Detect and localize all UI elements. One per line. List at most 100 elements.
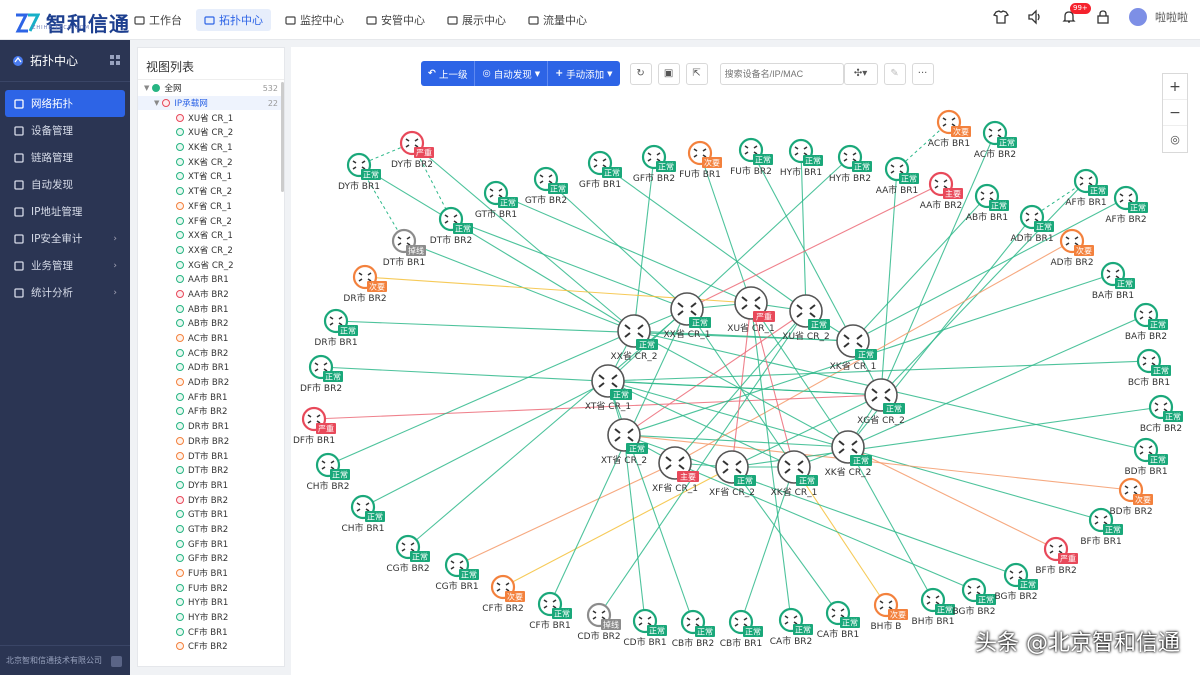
collapse-icon[interactable]	[111, 656, 122, 667]
sidebar-item-auto-discovery[interactable]: 自动发现	[5, 171, 125, 198]
tree-item[interactable]: GT市 BR1	[138, 507, 284, 522]
branch-node[interactable]: 次要FU市 BR1	[679, 140, 722, 180]
tree-item[interactable]: XF省 CR_2	[138, 213, 284, 228]
tree-item[interactable]: DR市 BR1	[138, 419, 284, 434]
tab-workbench[interactable]: 工作台	[126, 9, 190, 31]
tree-item[interactable]: DR市 BR2	[138, 434, 284, 449]
branch-node[interactable]: 正常CD市 BR1	[623, 608, 667, 648]
branch-node[interactable]: 次要BD市 BR2	[1109, 477, 1153, 517]
tree-item[interactable]: FU市 BR2	[138, 580, 284, 595]
link-ADBR1-XKCR2[interactable]	[847, 216, 1033, 448]
tree-item[interactable]: XU省 CR_1	[138, 110, 284, 125]
link-GFBR1-XUCR2[interactable]	[599, 162, 807, 312]
link-BABR2-XKCR2[interactable]	[847, 314, 1147, 448]
search-input[interactable]	[719, 62, 844, 85]
branch-node[interactable]: 正常GT市 BR1	[475, 180, 518, 220]
link-GTBR1-XUCR1[interactable]	[495, 192, 752, 304]
topology-canvas[interactable]: 正常 XX省 CR_1 严重 XU省 CR_1 正常 XU省 CR_2 正常 XX省 CR_2…	[291, 47, 1200, 675]
branch-node[interactable]: 正常GF市 BR2	[633, 144, 676, 184]
branch-node[interactable]: 次要BH市 B	[871, 592, 908, 632]
branch-node[interactable]: 正常CF市 BR1	[529, 591, 572, 631]
branch-node[interactable]: 正常CG市 BR1	[435, 552, 479, 592]
tree-item[interactable]: XT省 CR_1	[138, 169, 284, 184]
layout-icon[interactable]: ✣▾	[843, 62, 878, 85]
branch-node[interactable]: 正常BA市 BR2	[1125, 302, 1168, 342]
tree-group[interactable]: ▼ IP承载网 22	[138, 95, 284, 111]
branch-node[interactable]: 正常BC市 BR2	[1140, 394, 1183, 434]
zoom-in-icon[interactable]: +	[1163, 74, 1187, 100]
tree-item[interactable]: HY市 BR1	[138, 595, 284, 610]
tree-item[interactable]: AA市 BR1	[138, 272, 284, 287]
branch-node[interactable]: 正常DR市 BR1	[314, 308, 358, 348]
tree-item[interactable]: DT市 BR1	[138, 448, 284, 463]
branch-node[interactable]: 严重DY市 BR2	[391, 130, 434, 170]
tree-item[interactable]: XF省 CR_1	[138, 199, 284, 214]
branch-node[interactable]: 正常DF市 BR2	[300, 354, 343, 394]
avatar[interactable]	[1129, 8, 1147, 26]
branch-node[interactable]: 正常BG市 BR2	[952, 577, 996, 617]
zoom-out-icon[interactable]: −	[1163, 100, 1187, 126]
manual-add-button[interactable]: + 手动添加 ▼	[548, 61, 619, 86]
auto-discover-button[interactable]: ◎ 自动发现 ▼	[475, 61, 549, 86]
branch-node[interactable]: 正常HY市 BR2	[829, 144, 872, 184]
tree-item[interactable]: AD市 BR2	[138, 375, 284, 390]
link-DTBR1-XXCR2[interactable]	[403, 240, 635, 332]
router-node[interactable]: 正常XU省 CR_2	[782, 294, 830, 342]
tree-item[interactable]: DY市 BR2	[138, 492, 284, 507]
sidebar-item-device-management[interactable]: 设备管理	[5, 117, 125, 144]
tree-item[interactable]: XU省 CR_2	[138, 125, 284, 140]
branch-node[interactable]: 严重DF市 BR1	[293, 406, 336, 446]
tree-item[interactable]: XX省 CR_1	[138, 228, 284, 243]
tree-item[interactable]: FU市 BR1	[138, 566, 284, 581]
branch-node[interactable]: 正常DT市 BR2	[430, 206, 473, 246]
branch-node[interactable]: 正常BA市 BR1	[1092, 261, 1135, 301]
sidebar-item-business-management[interactable]: 业务管理 ›	[5, 252, 125, 279]
branch-node[interactable]: 正常HY市 BR1	[780, 138, 823, 178]
tree-item[interactable]: AD市 BR1	[138, 360, 284, 375]
tree-item[interactable]: AF市 BR2	[138, 404, 284, 419]
tree-item[interactable]: AC市 BR1	[138, 331, 284, 346]
branch-node[interactable]: 正常GT市 BR2	[525, 166, 568, 206]
sidebar-item-statistics[interactable]: 统计分析 ›	[5, 279, 125, 306]
tree-item[interactable]: DY市 BR1	[138, 478, 284, 493]
tree-item[interactable]: GF市 BR1	[138, 536, 284, 551]
branch-node[interactable]: 正常CG市 BR2	[386, 534, 430, 574]
tree-item[interactable]: CF市 BR1	[138, 624, 284, 639]
link-DTBR2-XXCR1[interactable]	[450, 218, 688, 310]
branch-node[interactable]: 正常AA市 BR1	[876, 156, 919, 196]
save-icon[interactable]: ▣	[657, 62, 680, 85]
router-node[interactable]: 正常XT省 CR_2	[601, 418, 648, 466]
branch-node[interactable]: 正常FU市 BR2	[730, 137, 773, 177]
tree-item[interactable]: GT市 BR2	[138, 522, 284, 537]
more-icon[interactable]: ···	[911, 62, 934, 85]
tree-item[interactable]: DT市 BR2	[138, 463, 284, 478]
fit-view-icon[interactable]: ◎	[1163, 126, 1187, 152]
tree-root[interactable]: ▼ 全网 532	[138, 81, 284, 96]
sidebar-item-network-topology[interactable]: 网络拓扑	[5, 90, 125, 117]
tree-item[interactable]: GF市 BR2	[138, 551, 284, 566]
branch-node[interactable]: 正常AB市 BR1	[966, 183, 1009, 223]
link-BCBR1-XTCR1[interactable]	[607, 360, 1150, 382]
export-icon[interactable]: ⇱	[685, 62, 708, 85]
branch-node[interactable]: 正常BC市 BR1	[1128, 348, 1171, 388]
notification-bell[interactable]: 99+	[1061, 3, 1091, 25]
tab-security[interactable]: 安管中心	[358, 9, 433, 31]
branch-node[interactable]: 正常DY市 BR1	[338, 152, 381, 192]
branch-node[interactable]: 正常CA市 BR2	[770, 607, 813, 647]
tree-item[interactable]: AB市 BR1	[138, 301, 284, 316]
tab-traffic[interactable]: 流量中心	[520, 9, 595, 31]
branch-node[interactable]: 正常CH市 BR2	[306, 452, 350, 492]
branch-node[interactable]: 正常AD市 BR1	[1010, 204, 1054, 244]
tree-item[interactable]: XX省 CR_2	[138, 243, 284, 258]
branch-node[interactable]: 次要CF市 BR2	[482, 574, 525, 614]
link-AABR1-XGCR2[interactable]	[880, 168, 898, 396]
tree-item[interactable]: AF市 BR1	[138, 389, 284, 404]
branch-node[interactable]: 正常CB市 BR1	[720, 609, 763, 649]
branch-node[interactable]: 正常CB市 BR2	[672, 609, 715, 649]
skin-icon[interactable]	[993, 9, 1009, 25]
brand-logo[interactable]: 智和信通	[14, 8, 130, 37]
sidebar-item-link-management[interactable]: 链路管理	[5, 144, 125, 171]
tree-item[interactable]: CF市 BR2	[138, 639, 284, 654]
tree-item[interactable]: AC市 BR2	[138, 345, 284, 360]
tree-item[interactable]: AA市 BR2	[138, 287, 284, 302]
